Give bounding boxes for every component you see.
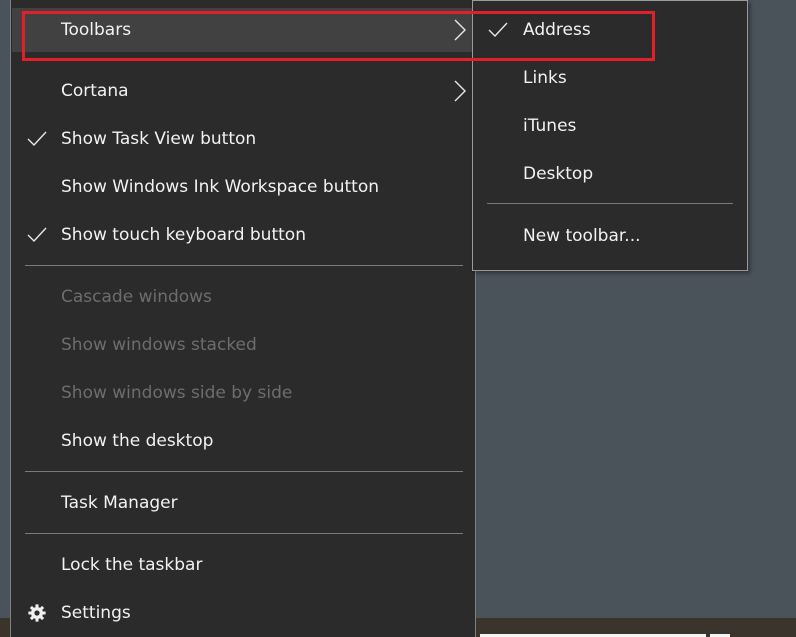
menu-item-label: Show Task View button [61,129,257,149]
menu-item-show-desktop[interactable]: Show the desktop [12,419,476,463]
gear-icon [28,604,46,622]
checkmark-icon [27,131,47,147]
menu-item-label: Show windows stacked [61,335,257,355]
menu-item-toolbars[interactable]: Toolbars [12,8,476,52]
submenu-item-label: New toolbar... [523,226,641,246]
desktop-background [0,0,10,637]
menu-item-show-task-view[interactable]: Show Task View button [12,117,476,161]
submenu-item-itunes[interactable]: iTunes [473,104,747,148]
submenu-item-desktop[interactable]: Desktop [473,152,747,196]
checkmark-icon [27,227,47,243]
menu-item-show-windows-stacked: Show windows stacked [12,323,476,367]
menu-item-show-windows-side-by-side: Show windows side by side [12,371,476,415]
submenu-item-new-toolbar[interactable]: New toolbar... [473,214,747,258]
submenu-separator [487,203,733,204]
menu-item-show-touch-keyboard[interactable]: Show touch keyboard button [12,213,476,257]
menu-item-cascade-windows: Cascade windows [12,275,476,319]
menu-item-label: Toolbars [61,20,132,40]
menu-item-label: Settings [61,603,131,623]
taskbar-context-menu: Toolbars Cortana Show Task View button S… [10,0,476,637]
menu-item-label: Lock the taskbar [61,555,203,575]
submenu-item-label: iTunes [523,116,577,136]
menu-separator [25,471,463,472]
toolbars-submenu: Address Links iTunes Desktop New toolbar… [472,0,748,271]
menu-item-label: Show the desktop [61,431,214,451]
submenu-item-address[interactable]: Address [473,8,747,52]
menu-item-cortana[interactable]: Cortana [12,69,476,113]
menu-item-label: Show touch keyboard button [61,225,306,245]
menu-item-settings[interactable]: Settings [12,591,476,635]
menu-item-label: Cascade windows [61,287,212,307]
menu-item-label: Show Windows Ink Workspace button [61,177,379,197]
menu-item-label: Show windows side by side [61,383,293,403]
submenu-item-label: Links [523,68,567,88]
submenu-item-label: Address [523,20,591,40]
submenu-item-label: Desktop [523,164,594,184]
chevron-right-icon [454,80,466,102]
menu-separator [25,265,463,266]
menu-item-label: Cortana [61,81,129,101]
checkmark-icon [488,22,508,38]
menu-item-show-ink-workspace[interactable]: Show Windows Ink Workspace button [12,165,476,209]
menu-item-task-manager[interactable]: Task Manager [12,481,476,525]
menu-item-label: Task Manager [61,493,178,513]
menu-separator [25,533,463,534]
chevron-right-icon [454,19,466,41]
submenu-item-links[interactable]: Links [473,56,747,100]
menu-item-lock-taskbar[interactable]: Lock the taskbar [12,543,476,587]
